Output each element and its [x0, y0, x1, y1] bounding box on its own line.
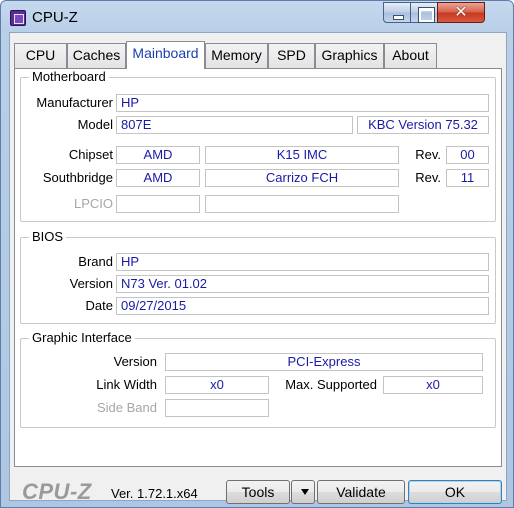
tab-graphics[interactable]: Graphics [315, 43, 384, 68]
manufacturer-field[interactable]: HP [116, 94, 489, 112]
gi-max-supported-field[interactable]: x0 [383, 376, 483, 394]
chipset-rev-field[interactable]: 00 [446, 146, 489, 164]
southbridge-label: Southbridge [42, 170, 113, 185]
minimize-button[interactable] [383, 2, 411, 23]
chipset-rev-label: Rev. [415, 147, 441, 162]
version-label: Ver. 1.72.1.x64 [111, 486, 198, 501]
bios-version-label: Version [69, 276, 113, 291]
chevron-down-icon [301, 489, 309, 495]
bios-brand-label: Brand [78, 254, 113, 269]
southbridge-name-field[interactable]: Carrizo FCH [205, 169, 399, 187]
bios-group: BIOS Brand HP Version N73 Ver. 01.02 Dat… [20, 229, 496, 324]
cpuz-window: CPU-Z ✕ CPU Caches Mainboard Memory SPD … [0, 0, 514, 508]
tools-button[interactable]: Tools [226, 480, 290, 504]
gi-max-supported-label: Max. Supported [285, 377, 377, 392]
southbridge-rev-field[interactable]: 11 [446, 169, 489, 187]
chipset-name-field[interactable]: K15 IMC [205, 146, 399, 164]
bios-group-label: BIOS [29, 229, 67, 244]
mainboard-panel: Motherboard Manufacturer HP Model 807E K… [14, 68, 502, 467]
motherboard-group-label: Motherboard [29, 69, 109, 84]
validate-button[interactable]: Validate [317, 480, 405, 504]
motherboard-group: Motherboard Manufacturer HP Model 807E K… [20, 69, 496, 222]
bios-version-field[interactable]: N73 Ver. 01.02 [116, 275, 489, 293]
bios-brand-field[interactable]: HP [116, 253, 489, 271]
tab-cpu[interactable]: CPU [14, 43, 67, 68]
client-area: CPU Caches Mainboard Memory SPD Graphics… [9, 32, 507, 504]
gi-link-width-label: Link Width [96, 377, 157, 392]
lpcio-vendor-field[interactable] [116, 195, 200, 213]
model-field[interactable]: 807E [116, 116, 353, 134]
gi-side-band-field[interactable] [165, 399, 269, 417]
bios-date-label: Date [85, 298, 113, 313]
manufacturer-label: Manufacturer [36, 95, 113, 110]
chipset-label: Chipset [68, 147, 113, 162]
tools-dropdown-button[interactable] [291, 480, 315, 504]
ok-button[interactable]: OK [408, 480, 502, 504]
title-bar[interactable]: CPU-Z ✕ [1, 1, 513, 33]
lpcio-label: LPCIO [73, 196, 113, 211]
model-label: Model [77, 117, 113, 132]
chipset-vendor-field[interactable]: AMD [116, 146, 200, 164]
tab-mainboard[interactable]: Mainboard [126, 41, 205, 69]
close-button[interactable]: ✕ [437, 2, 485, 23]
cpuz-logo: CPU-Z [22, 479, 92, 504]
tab-caches[interactable]: Caches [67, 43, 126, 68]
close-icon: ✕ [454, 4, 468, 21]
graphic-interface-group-label: Graphic Interface [29, 330, 135, 345]
maximize-button[interactable] [410, 2, 438, 23]
window-title: CPU-Z [32, 9, 78, 26]
cpuz-app-icon[interactable] [10, 10, 26, 26]
lpcio-name-field[interactable] [205, 195, 399, 213]
gi-side-band-label: Side Band [97, 400, 157, 415]
model-version-field[interactable]: KBC Version 75.32 [357, 116, 489, 134]
tab-spd[interactable]: SPD [268, 43, 315, 68]
tab-about[interactable]: About [384, 43, 437, 68]
gi-version-field[interactable]: PCI-Express [165, 353, 483, 371]
graphic-interface-group: Graphic Interface Version PCI-Express Li… [20, 330, 496, 428]
southbridge-rev-label: Rev. [415, 170, 441, 185]
southbridge-vendor-field[interactable]: AMD [116, 169, 200, 187]
gi-link-width-field[interactable]: x0 [165, 376, 269, 394]
gi-version-label: Version [113, 354, 157, 369]
bios-date-field[interactable]: 09/27/2015 [116, 297, 489, 315]
tab-memory[interactable]: Memory [205, 43, 268, 68]
